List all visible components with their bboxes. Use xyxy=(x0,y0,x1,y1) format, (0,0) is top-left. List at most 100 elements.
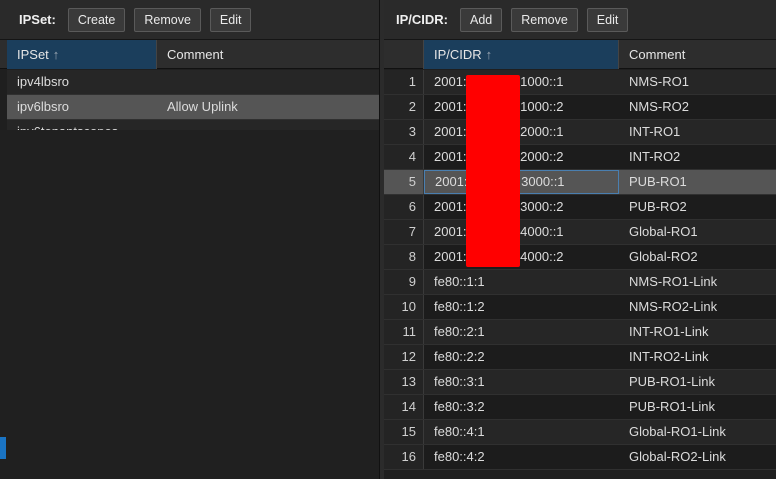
cidr-comment: Global-RO2-Link xyxy=(629,449,726,464)
ipset-comment xyxy=(157,70,379,94)
row-number: 7 xyxy=(384,220,424,244)
column-header-ipcidr[interactable]: IP/CIDR ↑ xyxy=(424,40,619,69)
cidr-row[interactable]: 3 2001::2000::1 INT-RO1 xyxy=(384,120,776,145)
row-number: 2 xyxy=(384,95,424,119)
cidr-row[interactable]: 10 fe80::1:2 NMS-RO2-Link xyxy=(384,295,776,320)
cidr-toolbar: IP/CIDR: Add Remove Edit xyxy=(384,0,776,40)
cidr-comment: PUB-RO1-Link xyxy=(629,374,715,389)
ip-cidr-value: fe80::2:1 xyxy=(424,320,619,344)
cidr-comment: Global-RO1 xyxy=(629,224,698,239)
ip-cidr-value: 2001::4000::2 xyxy=(424,245,619,269)
cidr-row[interactable]: 8 2001::4000::2 Global-RO2 xyxy=(384,245,776,270)
ip-cidr-value: 2001: :1000::2 xyxy=(424,95,619,119)
ip-cidr-prefix: fe80::2:2 xyxy=(434,349,485,364)
row-number: 14 xyxy=(384,395,424,419)
ipset-comment: Allow Uplink xyxy=(167,99,238,114)
cidr-row[interactable]: 13 fe80::3:1 PUB-RO1-Link xyxy=(384,370,776,395)
ip-cidr-prefix: fe80::4:2 xyxy=(434,449,485,464)
ip-cidr-prefix: 2001: xyxy=(434,74,467,89)
cidr-comment: PUB-RO1-Link xyxy=(629,399,715,414)
ip-cidr-suffix: :3000::2 xyxy=(516,199,564,214)
row-number: 6 xyxy=(384,195,424,219)
cidr-comment: NMS-RO2-Link xyxy=(629,299,718,314)
cidr-row[interactable]: 4 2001::2000::2 INT-RO2 xyxy=(384,145,776,170)
row-number: 1 xyxy=(384,70,424,94)
cidr-row[interactable]: 7 2001::4000::1 Global-RO1 xyxy=(384,220,776,245)
ip-cidr-prefix: 2001: xyxy=(434,224,467,239)
ip-cidr-value: fe80::2:2 xyxy=(424,345,619,369)
remove-ipset-button[interactable]: Remove xyxy=(134,7,201,32)
cidr-row[interactable]: 16 fe80::4:2 Global-RO2-Link xyxy=(384,445,776,470)
cidr-comment: INT-RO2 xyxy=(629,149,681,164)
cidr-grid-header: IP/CIDR ↑ Comment xyxy=(384,40,776,69)
edit-cidr-button[interactable]: Edit xyxy=(586,7,629,32)
sort-ascending-icon: ↑ xyxy=(52,47,60,62)
row-number: 8 xyxy=(384,245,424,269)
column-header-cidr-comment[interactable]: Comment xyxy=(619,40,776,69)
column-header-rownum xyxy=(384,40,424,69)
cidr-row[interactable]: 2 2001: :1000::2 NMS-RO2 xyxy=(384,95,776,120)
row-number: 12 xyxy=(384,345,424,369)
ip-cidr-value: 2001: :2000::2 xyxy=(424,145,619,169)
cidr-grid-body: 1 2001::1000::1 NMS-RO1 2 2001::1000::2 NMS-R… xyxy=(384,70,776,470)
ip-cidr-prefix: fe80::2:1 xyxy=(434,324,485,339)
row-number: 15 xyxy=(384,420,424,444)
scroll-marker xyxy=(0,437,6,459)
cidr-row[interactable]: 12 fe80::2:2 INT-RO2-Link xyxy=(384,345,776,370)
ip-cidr-prefix: fe80::3:2 xyxy=(434,399,485,414)
ip-cidr-value: 2001: :1000::1 xyxy=(424,70,619,94)
ip-cidr-prefix: fe80::1:1 xyxy=(434,274,485,289)
ip-cidr-value: fe80::3:1 xyxy=(424,370,619,394)
row-number: 9 xyxy=(384,270,424,294)
cidr-comment: PUB-RO1 xyxy=(629,174,687,189)
row-number: 13 xyxy=(384,370,424,394)
ip-cidr-suffix: :3000::1 xyxy=(517,174,565,189)
cidr-comment: Global-RO2 xyxy=(629,249,698,264)
ip-cidr-value: fe80::3:2 xyxy=(424,395,619,419)
ipset-row[interactable]: ipv4lbsro xyxy=(7,70,379,95)
cidr-row[interactable]: 9 fe80::1:1 NMS-RO1-Link xyxy=(384,270,776,295)
remove-cidr-button[interactable]: Remove xyxy=(511,7,578,32)
create-button[interactable]: Create xyxy=(67,7,126,32)
ipset-panel: IPSet: Create Remove Edit IPSet ↑ Comment… xyxy=(0,0,380,479)
ip-cidr-prefix: 2001: xyxy=(434,149,467,164)
ip-cidr-value: fe80::1:2 xyxy=(424,295,619,319)
ip-cidr-value: 2001::3000::2 xyxy=(424,195,619,219)
ip-cidr-prefix: 2001: xyxy=(434,249,467,264)
cidr-comment: INT-RO1 xyxy=(629,124,681,139)
ip-cidr-suffix: :2000::1 xyxy=(516,124,564,139)
edit-ipset-button[interactable]: Edit xyxy=(209,7,252,32)
redaction-block xyxy=(466,75,520,267)
ip-cidr-suffix: :1000::1 xyxy=(516,74,564,89)
cidr-row[interactable]: 5 2001::3000::1 PUB-RO1 xyxy=(384,170,776,195)
row-number: 16 xyxy=(384,445,424,469)
cidr-row[interactable]: 11 fe80::2:1 INT-RO1-Link xyxy=(384,320,776,345)
cidr-comment: Global-RO1-Link xyxy=(629,424,726,439)
ipset-row[interactable]: ipv6lbsro Allow Uplink xyxy=(7,95,379,120)
ip-cidr-prefix: 2001: xyxy=(434,99,467,114)
cidr-comment: NMS-RO2 xyxy=(629,99,689,114)
ip-cidr-prefix: 2001: xyxy=(434,124,467,139)
ip-cidr-value: fe80::1:1 xyxy=(424,270,619,294)
row-number: 10 xyxy=(384,295,424,319)
cidr-row[interactable]: 6 2001::3000::2 PUB-RO2 xyxy=(384,195,776,220)
ip-cidr-value: 2001: :2000::1 xyxy=(424,120,619,144)
column-header-cidr-comment-label: Comment xyxy=(629,47,686,62)
ipset-toolbar: IPSet: Create Remove Edit xyxy=(0,0,379,40)
ip-cidr-suffix: :2000::2 xyxy=(516,149,564,164)
ip-cidr-value: 2001::4000::1 xyxy=(424,220,619,244)
column-header-ipcidr-label: IP/CIDR xyxy=(434,47,482,62)
cidr-row[interactable]: 15 fe80::4:1 Global-RO1-Link xyxy=(384,420,776,445)
ipset-grid-empty-area xyxy=(0,130,379,479)
add-button[interactable]: Add xyxy=(460,7,503,32)
ip-cidr-suffix: :1000::2 xyxy=(516,99,564,114)
column-header-ipset[interactable]: IPSet ↑ xyxy=(7,40,157,69)
cidr-row[interactable]: 14 fe80::3:2 PUB-RO1-Link xyxy=(384,395,776,420)
ipset-name: ipv6lbsro xyxy=(17,99,70,114)
cidr-row[interactable]: 1 2001::1000::1 NMS-RO1 xyxy=(384,70,776,95)
ip-cidr-value: 2001::3000::1 xyxy=(424,170,619,194)
ipset-grid-header: IPSet ↑ Comment xyxy=(0,40,379,69)
column-header-comment[interactable]: Comment xyxy=(157,40,379,69)
sort-ascending-icon: ↑ xyxy=(485,47,493,62)
ip-cidr-value: fe80::4:2 xyxy=(424,445,619,469)
